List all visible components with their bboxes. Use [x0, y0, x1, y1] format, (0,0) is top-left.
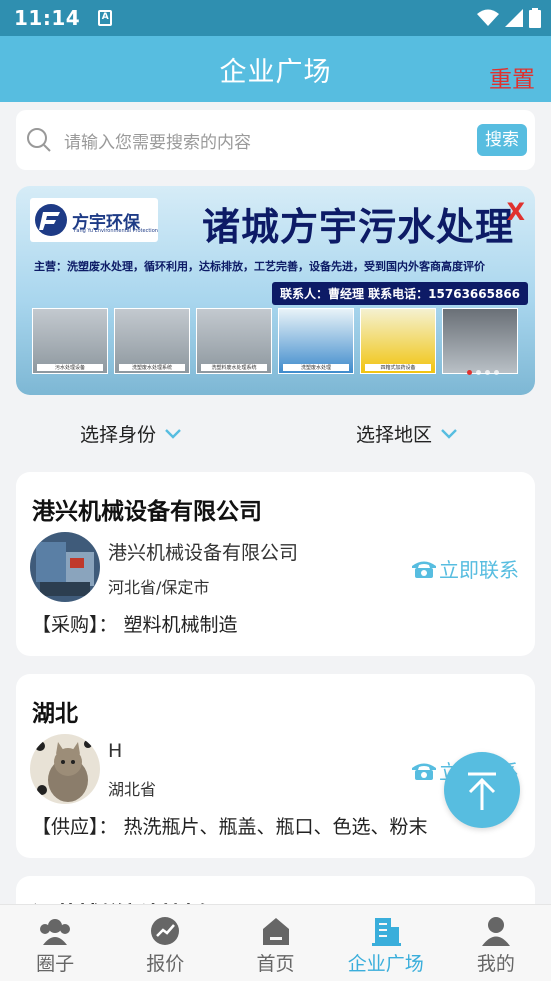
banner-photos: 污水处理设备 洗塑废水处理系统 洗塑料废水处理系统 洗塑废水处理 四箱式加药设备 — [32, 308, 518, 374]
fangyu-logo-icon — [35, 204, 67, 236]
search-button[interactable]: 搜索 — [477, 124, 527, 156]
tab-profile[interactable]: 我的 — [441, 905, 551, 981]
banner-description: 主营：洗塑废水处理，循环利用，达标排放，工艺完善，设备先进，受到国内外客商高度评… — [34, 260, 485, 273]
banner-logo: 方宇环保 Fang Yu Environmental Protection — [30, 198, 158, 242]
phone-icon — [412, 763, 436, 780]
search-input[interactable]: 请输入您需要搜索的内容 — [64, 128, 477, 153]
contact-label: 立即联系 — [439, 558, 519, 582]
tab-quote[interactable]: 报价 — [110, 905, 220, 981]
status-bar: 11:14 A — [0, 0, 551, 36]
company-description: 【供应】： 热洗瓶片、瓶盖、瓶口、色选、粉末 — [32, 816, 428, 838]
banner-photo — [442, 308, 518, 374]
banner-dot — [494, 370, 499, 375]
banner-photo: 污水处理设备 — [32, 308, 108, 374]
wifi-icon — [477, 9, 499, 26]
status-time: 11:14 — [14, 6, 81, 30]
banner-title: 诸城方宇污水处理 — [202, 205, 515, 249]
app-header: 企业广场 重置 — [0, 36, 551, 102]
banner-contact: 联系人：曹经理 联系电话：15763665866 — [272, 282, 529, 305]
banner-photo-caption: 污水处理设备 — [37, 364, 103, 371]
region-filter-label: 选择地区 — [356, 424, 433, 446]
company-name: H — [108, 740, 123, 762]
company-region: 湖北省 — [108, 780, 157, 799]
banner-photo: 洗塑废水处理系统 — [114, 308, 190, 374]
tab-label: 圈子 — [36, 953, 75, 975]
filter-row: 选择身份 选择地区 — [0, 408, 551, 458]
banner-photo-caption: 四箱式加药设备 — [365, 364, 431, 371]
page-title: 企业广场 — [219, 56, 332, 88]
contact-button[interactable]: 立即联系 — [411, 554, 519, 583]
building-icon — [371, 918, 401, 946]
tab-home[interactable]: 首页 — [220, 905, 330, 981]
banner-photo: 洗塑料废水处理系统 — [196, 308, 272, 374]
banner-photo-caption: 洗塑料废水处理系统 — [201, 364, 267, 371]
banner-pagination — [467, 370, 499, 375]
user-icon — [481, 917, 510, 946]
banner-logo-subtitle: Fang Yu Environmental Protection — [74, 228, 158, 234]
scroll-to-top-button[interactable] — [444, 752, 520, 828]
home-icon — [262, 918, 289, 945]
banner-photo: 四箱式加药设备 — [360, 308, 436, 374]
tab-circle[interactable]: 圈子 — [0, 905, 110, 981]
company-region: 河北省/保定市 — [108, 578, 210, 597]
region-filter[interactable]: 选择地区 — [356, 420, 458, 447]
search-icon — [27, 128, 51, 152]
avatar — [30, 532, 100, 602]
banner-close-icon[interactable]: X — [506, 198, 525, 226]
machine-photo-icon — [30, 532, 100, 602]
ad-banner[interactable]: 方宇环保 Fang Yu Environmental Protection 诸城… — [16, 186, 535, 395]
identity-filter[interactable]: 选择身份 — [80, 420, 182, 447]
phone-icon — [412, 561, 436, 578]
tab-label: 报价 — [146, 953, 185, 975]
tab-label: 首页 — [256, 953, 295, 975]
company-title: 湖北 — [32, 701, 78, 727]
banner-photo-caption: 洗塑废水处理系统 — [119, 364, 185, 371]
tab-label: 企业广场 — [347, 953, 424, 975]
tab-enterprise-square[interactable]: 企业广场 — [331, 905, 441, 981]
arrow-up-icon — [468, 772, 496, 810]
cat-photo-icon — [30, 734, 100, 804]
app-notification-icon: A — [98, 10, 113, 26]
search-bar[interactable]: 请输入您需要搜索的内容 搜索 — [16, 110, 535, 170]
chevron-down-icon — [165, 428, 181, 439]
avatar — [30, 734, 100, 804]
reset-button[interactable]: 重置 — [489, 60, 535, 94]
company-description: 【采购】： 塑料机械制造 — [32, 614, 238, 636]
identity-filter-label: 选择身份 — [80, 424, 157, 446]
company-card[interactable]: 港兴机械设备有限公司 港兴机械设备有限公司 河北省/保定市 立即联系 【采购】：… — [16, 472, 535, 656]
company-title: 港兴机械设备有限公司 — [32, 499, 262, 525]
banner-dot — [485, 370, 490, 375]
battery-icon — [529, 8, 541, 28]
banner-dot — [476, 370, 481, 375]
tab-label: 我的 — [476, 953, 515, 975]
signal-icon — [505, 9, 523, 27]
banner-photo: 洗塑废水处理 — [278, 308, 354, 374]
people-icon — [40, 919, 71, 945]
trend-icon — [151, 917, 180, 945]
status-indicators — [477, 8, 541, 28]
banner-dot — [467, 370, 472, 375]
company-name: 港兴机械设备有限公司 — [108, 542, 299, 564]
bottom-tab-bar: 圈子 报价 首页 企业广场 我的 — [0, 904, 551, 981]
banner-photo-caption: 洗塑废水处理 — [283, 364, 349, 371]
chevron-down-icon — [441, 428, 457, 439]
